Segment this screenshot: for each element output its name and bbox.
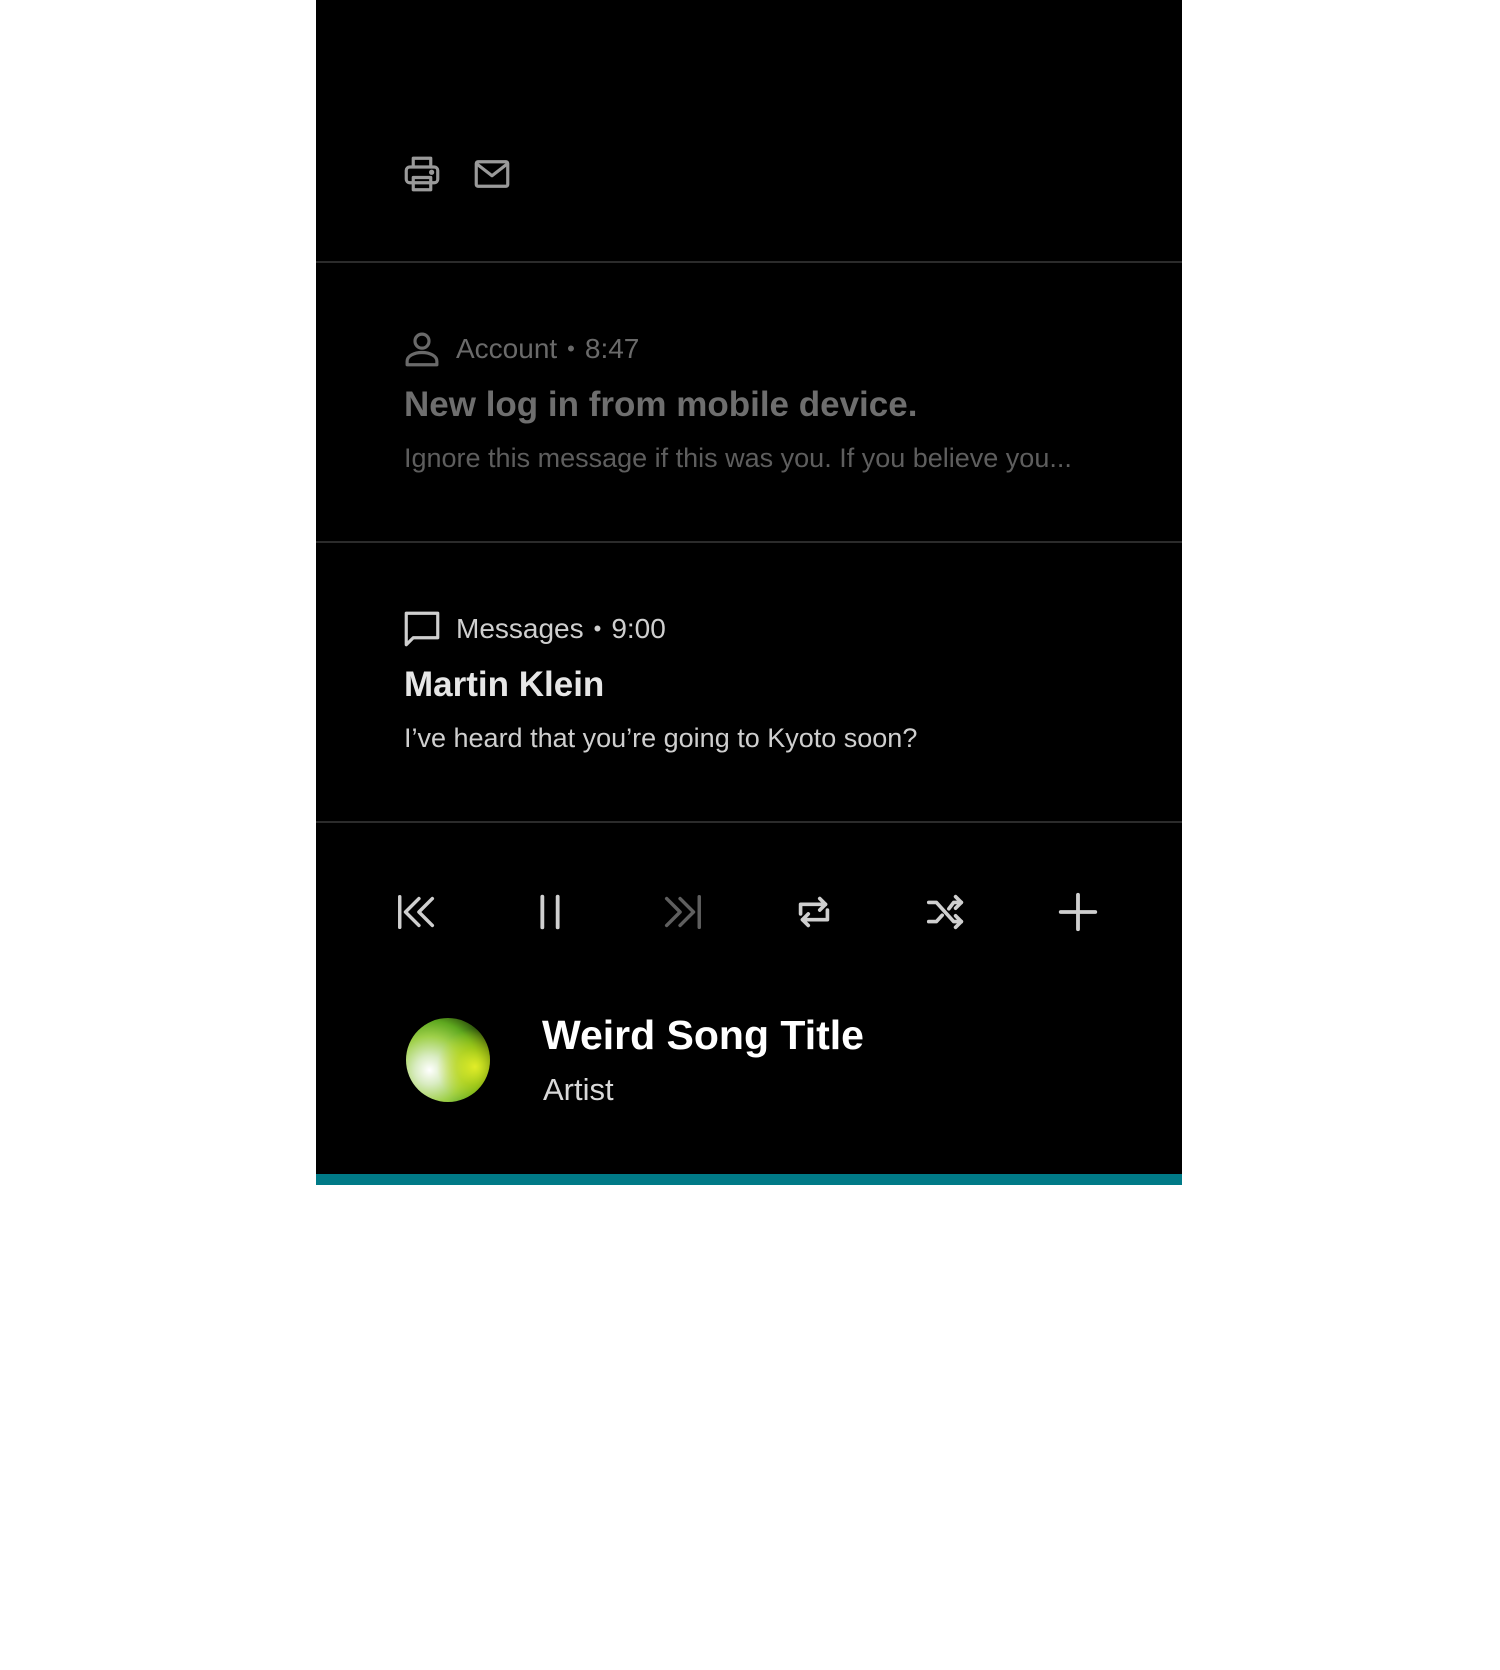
- now-playing[interactable]: Weird Song Title Artist: [316, 1000, 1182, 1107]
- next-icon[interactable]: [654, 880, 710, 944]
- notification-meta: Account • 8:47: [400, 325, 639, 373]
- media-controls: [316, 880, 1182, 944]
- mail-icon[interactable]: [470, 152, 514, 196]
- notification-app-name: Account: [456, 333, 558, 364]
- notification-meta: Messages • 9:00: [400, 605, 666, 653]
- notification-time: 9:00: [611, 613, 666, 644]
- notification-messages[interactable]: Messages • 9:00 Martin Klein I’ve heard …: [316, 543, 1182, 823]
- add-icon[interactable]: [1050, 880, 1106, 944]
- notification-panel: Account • 8:47 New log in from mobile de…: [316, 0, 1182, 1185]
- playback-progress-fill: [316, 1174, 1182, 1185]
- meta-separator: •: [593, 616, 602, 641]
- notification-time: 8:47: [584, 333, 640, 364]
- notification-body: I’ve heard that you’re going to Kyoto so…: [404, 723, 918, 753]
- notification-app-name: Messages: [456, 613, 584, 644]
- notification-account[interactable]: Account • 8:47 New log in from mobile de…: [316, 263, 1182, 543]
- album-art: [406, 1018, 490, 1102]
- notification-title: Martin Klein: [404, 665, 605, 704]
- previous-icon[interactable]: [389, 880, 445, 944]
- person-icon: [400, 327, 444, 371]
- shuffle-icon[interactable]: [918, 880, 974, 944]
- song-artist: Artist: [543, 1072, 614, 1107]
- notification-title: New log in from mobile device.: [404, 385, 918, 424]
- pause-icon[interactable]: [522, 880, 578, 944]
- meta-separator: •: [567, 336, 575, 361]
- printer-icon[interactable]: [400, 152, 444, 196]
- repeat-icon[interactable]: [786, 880, 842, 944]
- song-title: Weird Song Title: [542, 1012, 864, 1058]
- message-icon: [400, 607, 444, 651]
- notification-body: Ignore this message if this was you. If …: [404, 443, 1072, 473]
- toolbar: [316, 0, 1182, 263]
- playback-progress-bar[interactable]: [316, 1174, 1182, 1185]
